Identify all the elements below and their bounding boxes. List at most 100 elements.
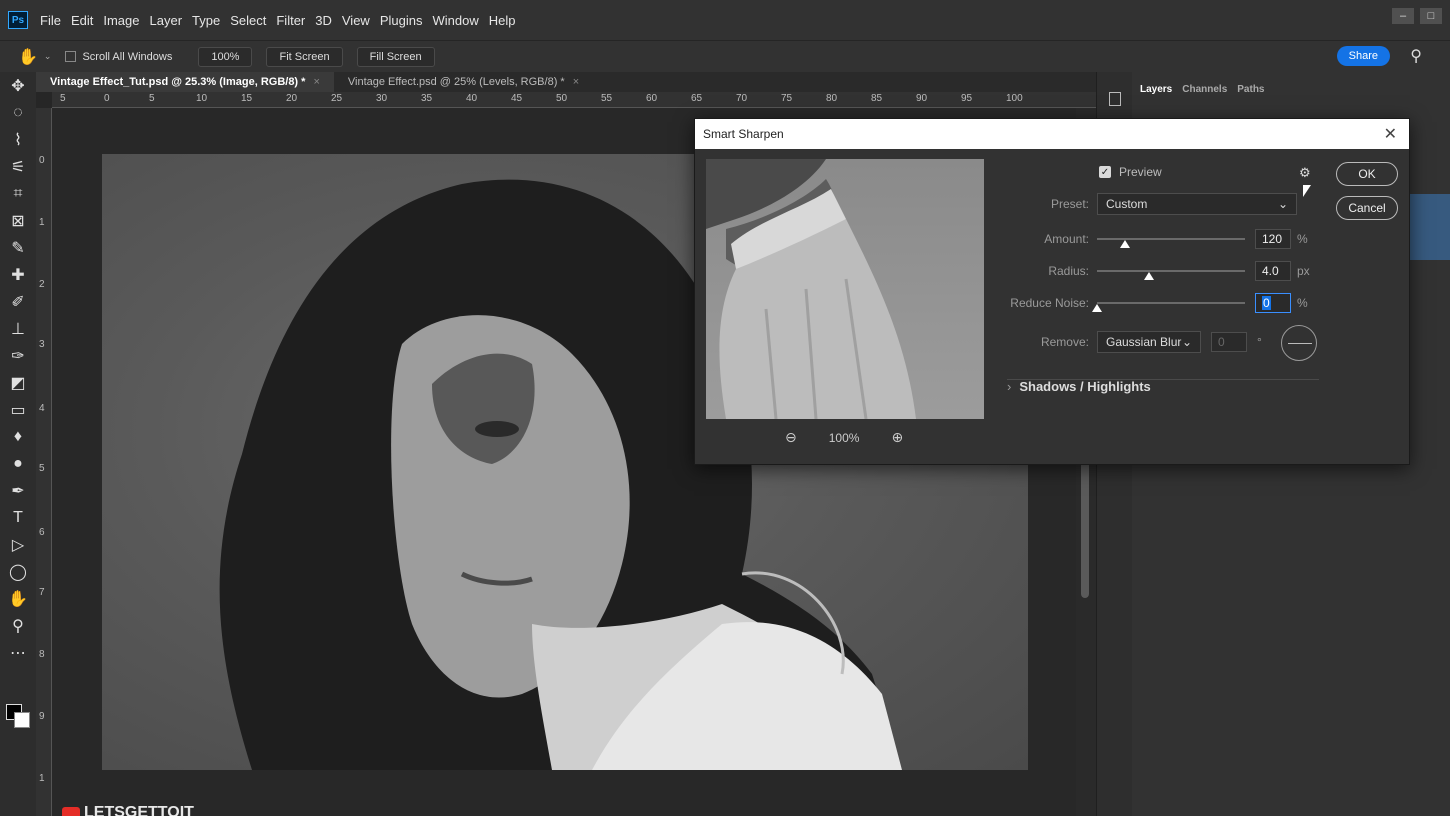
share-button[interactable]: Share bbox=[1336, 46, 1390, 66]
frame-tool-icon[interactable]: ⊠ bbox=[0, 207, 36, 234]
shadows-highlights-section[interactable]: › Shadows / Highlights bbox=[1007, 379, 1151, 394]
fill-screen-button[interactable]: Fill Screen bbox=[356, 46, 435, 67]
close-icon[interactable]: × bbox=[573, 76, 579, 88]
reduce-noise-value: 0 bbox=[1262, 296, 1271, 310]
background-color-swatch[interactable] bbox=[14, 712, 30, 728]
eyedropper-tool-icon[interactable]: ✎ bbox=[0, 234, 36, 261]
menu-view[interactable]: View bbox=[342, 13, 370, 28]
radius-input[interactable]: 4.0 bbox=[1255, 261, 1291, 281]
menu-filter[interactable]: Filter bbox=[276, 13, 305, 28]
menu-3d[interactable]: 3D bbox=[315, 13, 332, 28]
pen-tool-icon[interactable]: ✒ bbox=[0, 477, 36, 504]
menu-file[interactable]: File bbox=[40, 13, 61, 28]
document-tab-label: Vintage Effect_Tut.psd @ 25.3% (Image, R… bbox=[50, 76, 306, 88]
search-icon[interactable]: ⚲ bbox=[1410, 46, 1422, 66]
preset-select[interactable]: Custom ⌄ bbox=[1097, 193, 1297, 215]
ruler-tick-label: 100 bbox=[1006, 93, 1023, 104]
history-panel-icon[interactable] bbox=[1108, 92, 1121, 106]
ruler-tick-label: 20 bbox=[286, 93, 298, 104]
scroll-all-windows-checkbox[interactable] bbox=[65, 51, 77, 62]
ruler-tick-label: 95 bbox=[961, 93, 973, 104]
amount-label: Amount: bbox=[1044, 232, 1089, 246]
close-icon[interactable]: × bbox=[313, 76, 319, 88]
ruler-tick-label: 4 bbox=[39, 403, 45, 414]
zoom-in-icon[interactable]: ⊕ bbox=[891, 429, 903, 446]
marquee-tool-icon[interactable]: ◌ bbox=[0, 99, 36, 126]
zoom-out-icon[interactable]: ⊖ bbox=[785, 429, 797, 446]
window-controls: – □ bbox=[1392, 8, 1442, 24]
history-brush-tool-icon[interactable]: ✑ bbox=[0, 342, 36, 369]
menu-help[interactable]: Help bbox=[489, 13, 516, 28]
menu-window[interactable]: Window bbox=[432, 13, 478, 28]
menu-type[interactable]: Type bbox=[192, 13, 220, 28]
horizontal-ruler: 5 0 5 10 15 20 25 30 35 40 45 50 55 60 6… bbox=[52, 92, 1096, 108]
radius-slider[interactable] bbox=[1097, 270, 1245, 280]
quick-select-tool-icon[interactable]: ⚟ bbox=[0, 153, 36, 180]
type-tool-icon[interactable]: T bbox=[0, 504, 36, 531]
ruler-tick-label: 45 bbox=[511, 93, 523, 104]
menu-image[interactable]: Image bbox=[103, 13, 139, 28]
minimize-icon[interactable]: – bbox=[1392, 8, 1414, 24]
move-tool-icon[interactable]: ✥ bbox=[0, 72, 36, 99]
eraser-tool-icon[interactable]: ◩ bbox=[0, 369, 36, 396]
radius-slider-thumb[interactable] bbox=[1143, 272, 1154, 280]
document-tab[interactable]: Vintage Effect.psd @ 25% (Levels, RGB/8)… bbox=[334, 72, 593, 92]
remove-value: Gaussian Blur bbox=[1106, 335, 1182, 349]
ruler-tick-label: 70 bbox=[736, 93, 748, 104]
document-tab-active[interactable]: Vintage Effect_Tut.psd @ 25.3% (Image, R… bbox=[36, 72, 334, 92]
gradient-tool-icon[interactable]: ▭ bbox=[0, 396, 36, 423]
path-selection-tool-icon[interactable]: ▷ bbox=[0, 531, 36, 558]
crop-tool-icon[interactable]: ⌗ bbox=[0, 180, 36, 207]
zoom-tool-icon[interactable]: ⚲ bbox=[0, 612, 36, 639]
chevron-down-icon[interactable]: ⌄ bbox=[44, 51, 52, 62]
menu-select[interactable]: Select bbox=[230, 13, 266, 28]
more-tools-icon[interactable]: ⋯ bbox=[0, 639, 36, 666]
cancel-button[interactable]: Cancel bbox=[1336, 196, 1398, 220]
preset-row: Preset: Custom ⌄ bbox=[999, 193, 1297, 215]
ruler-tick-label: 35 bbox=[421, 93, 433, 104]
fit-screen-button[interactable]: Fit Screen bbox=[266, 46, 343, 67]
preview-toggle[interactable]: ✓ Preview bbox=[1099, 165, 1162, 179]
settings-gear-icon[interactable]: ⚙ bbox=[1299, 165, 1311, 181]
tab-layers[interactable]: Layers bbox=[1140, 84, 1172, 95]
reduce-noise-slider-thumb[interactable] bbox=[1092, 304, 1102, 312]
tab-paths[interactable]: Paths bbox=[1237, 84, 1264, 95]
reduce-noise-input[interactable]: 0 bbox=[1255, 293, 1291, 313]
clone-stamp-tool-icon[interactable]: ⊥ bbox=[0, 315, 36, 342]
scroll-all-windows-label: Scroll All Windows bbox=[82, 50, 173, 63]
lasso-tool-icon[interactable]: ⌇ bbox=[0, 126, 36, 153]
ruler-tick-label: 1 bbox=[39, 773, 45, 784]
reduce-noise-unit: % bbox=[1297, 296, 1308, 310]
dialog-title-bar: Smart Sharpen ✕ bbox=[695, 119, 1409, 149]
remove-row: Remove: Gaussian Blur ⌄ 0 ° bbox=[999, 331, 1262, 353]
document-tab-label: Vintage Effect.psd @ 25% (Levels, RGB/8)… bbox=[347, 76, 565, 88]
amount-unit: % bbox=[1297, 232, 1308, 246]
menu-edit[interactable]: Edit bbox=[71, 13, 93, 28]
zoom-100-button[interactable]: 100% bbox=[198, 46, 253, 67]
ellipse-tool-icon[interactable]: ◯ bbox=[0, 558, 36, 585]
play-icon bbox=[62, 806, 80, 816]
blur-tool-icon[interactable]: ♦ bbox=[0, 423, 36, 450]
preview-checkbox[interactable]: ✓ bbox=[1099, 166, 1111, 178]
chevron-down-icon: ⌄ bbox=[1277, 197, 1288, 211]
brush-tool-icon[interactable]: ✐ bbox=[0, 288, 36, 315]
hand-tool-icon[interactable]: ✋ bbox=[18, 47, 38, 67]
close-icon[interactable]: ✕ bbox=[1384, 124, 1397, 144]
dialog-title: Smart Sharpen bbox=[703, 127, 784, 141]
maximize-icon[interactable]: □ bbox=[1420, 8, 1442, 24]
amount-row: Amount: 120 % bbox=[999, 229, 1308, 249]
ok-button[interactable]: OK bbox=[1336, 162, 1398, 186]
menu-plugins[interactable]: Plugins bbox=[380, 13, 423, 28]
filter-preview-image[interactable] bbox=[706, 159, 984, 419]
hand-tool-icon[interactable]: ✋ bbox=[0, 585, 36, 612]
dodge-tool-icon[interactable]: ● bbox=[0, 450, 36, 477]
remove-select[interactable]: Gaussian Blur ⌄ bbox=[1097, 331, 1201, 353]
menu-layer[interactable]: Layer bbox=[150, 13, 183, 28]
tab-channels[interactable]: Channels bbox=[1182, 84, 1227, 95]
healing-brush-tool-icon[interactable]: ✚ bbox=[0, 261, 36, 288]
reduce-noise-slider[interactable] bbox=[1092, 302, 1245, 312]
amount-input[interactable]: 120 bbox=[1255, 229, 1291, 249]
amount-slider-thumb[interactable] bbox=[1120, 240, 1131, 248]
amount-slider[interactable] bbox=[1097, 238, 1245, 248]
preset-label: Preset: bbox=[1050, 197, 1089, 211]
